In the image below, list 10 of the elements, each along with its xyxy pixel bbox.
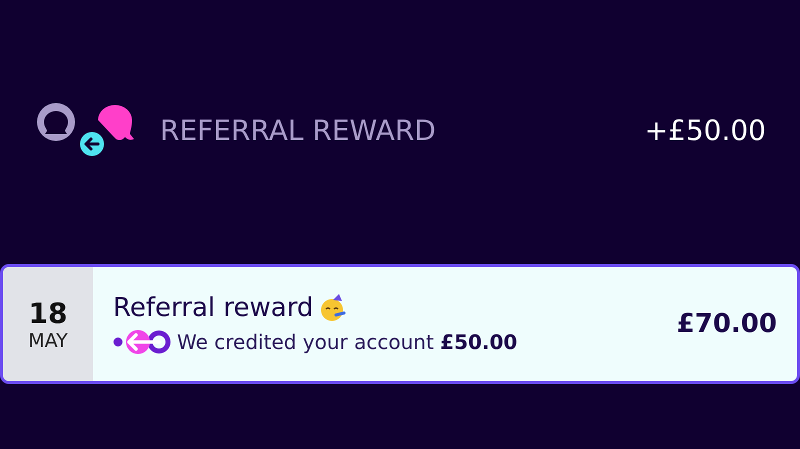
party-face-icon [319,294,348,322]
transfer-arrow-icon [113,329,171,355]
transaction-description: We credited your account £50.00 [177,330,518,354]
date-day: 18 [28,296,68,330]
transaction-title: REFERRAL REWARD [160,114,437,146]
date-month: MAY [28,330,68,352]
transaction-name: Referral reward [113,293,314,323]
transaction-card[interactable]: 18 MAY Referral reward We credited your account £50.00 £70.00 [0,264,800,384]
transaction-amount: +£50.00 [644,114,766,146]
transaction-amount: £70.00 [676,309,778,339]
